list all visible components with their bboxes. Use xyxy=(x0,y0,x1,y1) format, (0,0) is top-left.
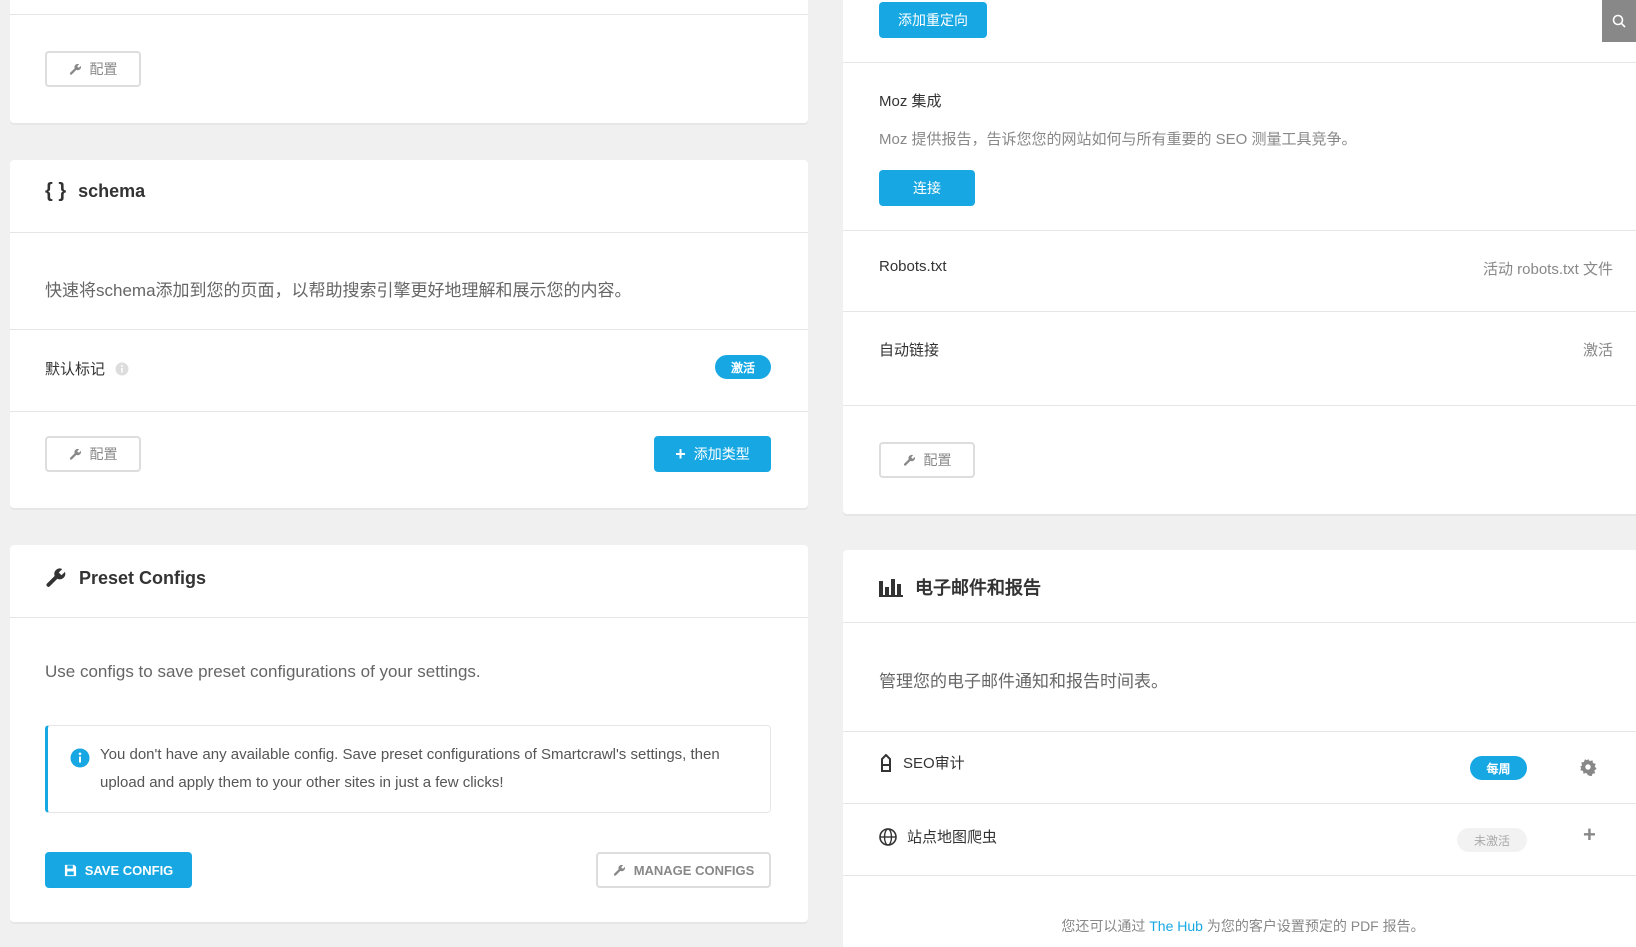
notice-line-1: You don't have any available config. Sav… xyxy=(100,746,720,763)
autolinks-status: 激活 xyxy=(1582,342,1613,359)
sitemap-crawler-label: 站点地图爬虫 xyxy=(907,829,998,846)
default-markup-status-badge: 激活 xyxy=(715,355,771,379)
the-hub-link[interactable]: The Hub xyxy=(1149,918,1203,934)
configure-label: 配置 xyxy=(89,446,118,462)
seo-audit-status-badge: 每周 xyxy=(1470,756,1527,780)
schema-configure-button[interactable]: 配置 xyxy=(45,436,141,472)
wrench-icon xyxy=(903,454,916,467)
search-button[interactable] xyxy=(1602,0,1636,42)
plus-icon: + xyxy=(675,443,686,464)
seo-audit-label: SEO审计 xyxy=(903,755,965,772)
divider xyxy=(10,411,808,412)
preset-configs-card: Preset Configs Use configs to save prese… xyxy=(10,545,808,922)
save-icon xyxy=(64,864,77,877)
advanced-tools-card: 添加重定向 Moz 集成 Moz 提供报告，告诉您您的网站如何与所有重要的 SE… xyxy=(843,0,1636,514)
manage-configs-button[interactable]: MANAGE CONFIGS xyxy=(596,852,771,888)
robots-label: Robots.txt xyxy=(879,258,947,275)
wrench-icon xyxy=(69,63,82,76)
email-reports-card: 电子邮件和报告 管理您的电子邮件通知和报告时间表。 SEO审计 每周 站点地图爬… xyxy=(843,550,1636,947)
configure-label: 配置 xyxy=(923,452,952,468)
configure-label: 配置 xyxy=(89,61,118,77)
default-markup-label: 默认标记 xyxy=(45,361,106,378)
add-type-label: 添加类型 xyxy=(693,446,750,462)
add-redirect-button[interactable]: 添加重定向 xyxy=(879,2,987,38)
connect-label: 连接 xyxy=(913,180,941,196)
divider xyxy=(843,803,1636,804)
divider xyxy=(843,311,1636,312)
moz-description: Moz 提供报告，告诉您您的网站如何与所有重要的 SEO 测量工具竞争。 xyxy=(879,131,1357,148)
divider xyxy=(10,617,808,618)
info-icon xyxy=(70,748,90,768)
divider xyxy=(10,232,808,233)
braces-icon: { } xyxy=(45,180,67,202)
gear-icon xyxy=(1579,758,1597,776)
divider xyxy=(843,731,1636,732)
divider xyxy=(843,230,1636,231)
divider xyxy=(843,622,1636,623)
email-reports-title: 电子邮件和报告 xyxy=(915,578,1041,598)
info-notice: You don't have any available config. Sav… xyxy=(45,725,771,813)
preset-configs-description: Use configs to save preset configuration… xyxy=(45,662,481,681)
search-icon xyxy=(1612,14,1626,28)
autolinks-label: 自动链接 xyxy=(879,342,940,359)
moz-connect-button[interactable]: 连接 xyxy=(879,170,975,206)
divider xyxy=(843,62,1636,63)
plus-icon: + xyxy=(1583,822,1596,847)
sitemap-crawler-status-badge: 未激活 xyxy=(1457,828,1527,852)
seo-audit-icon xyxy=(879,753,893,772)
footer-prefix: 您还可以通过 xyxy=(1061,918,1150,934)
email-reports-description: 管理您的电子邮件通知和报告时间表。 xyxy=(879,672,1168,691)
info-icon[interactable] xyxy=(115,362,129,376)
manage-configs-label: MANAGE CONFIGS xyxy=(633,862,755,878)
sitemap-crawler-add-button[interactable]: + xyxy=(1583,822,1596,848)
divider xyxy=(10,329,808,330)
footer-suffix: 为您的客户设置预定的 PDF 报告。 xyxy=(1202,918,1425,934)
save-config-button[interactable]: SAVE CONFIG xyxy=(45,852,192,888)
advanced-configure-button[interactable]: 配置 xyxy=(879,442,975,478)
configure-button[interactable]: 配置 xyxy=(45,51,141,87)
preset-configs-title: Preset Configs xyxy=(79,567,207,588)
notice-line-2: upload and apply them to your other site… xyxy=(100,774,504,791)
schema-description: 快速将schema添加到您的页面，以帮助搜索引擎更好地理解和展示您的内容。 xyxy=(45,281,632,300)
wrench-icon xyxy=(613,864,626,877)
divider xyxy=(10,14,808,15)
divider xyxy=(843,875,1636,876)
add-type-button[interactable]: + 添加类型 xyxy=(654,436,771,472)
save-config-label: SAVE CONFIG xyxy=(84,862,174,878)
schema-card: { } schema 快速将schema添加到您的页面，以帮助搜索引擎更好地理解… xyxy=(10,160,808,508)
top-card: 配置 xyxy=(10,0,808,123)
wrench-icon xyxy=(45,567,67,589)
seo-audit-settings-button[interactable] xyxy=(1579,758,1597,776)
globe-icon xyxy=(879,827,897,846)
moz-title: Moz 集成 xyxy=(879,93,942,110)
bar-chart-icon xyxy=(879,577,903,597)
footer-note: 您还可以通过 The Hub 为您的客户设置预定的 PDF 报告。 xyxy=(843,916,1636,936)
divider xyxy=(843,405,1636,406)
robots-status: 活动 robots.txt 文件 xyxy=(1482,261,1613,278)
wrench-icon xyxy=(69,448,82,461)
add-redirect-label: 添加重定向 xyxy=(898,12,968,28)
schema-title: schema xyxy=(78,181,146,201)
